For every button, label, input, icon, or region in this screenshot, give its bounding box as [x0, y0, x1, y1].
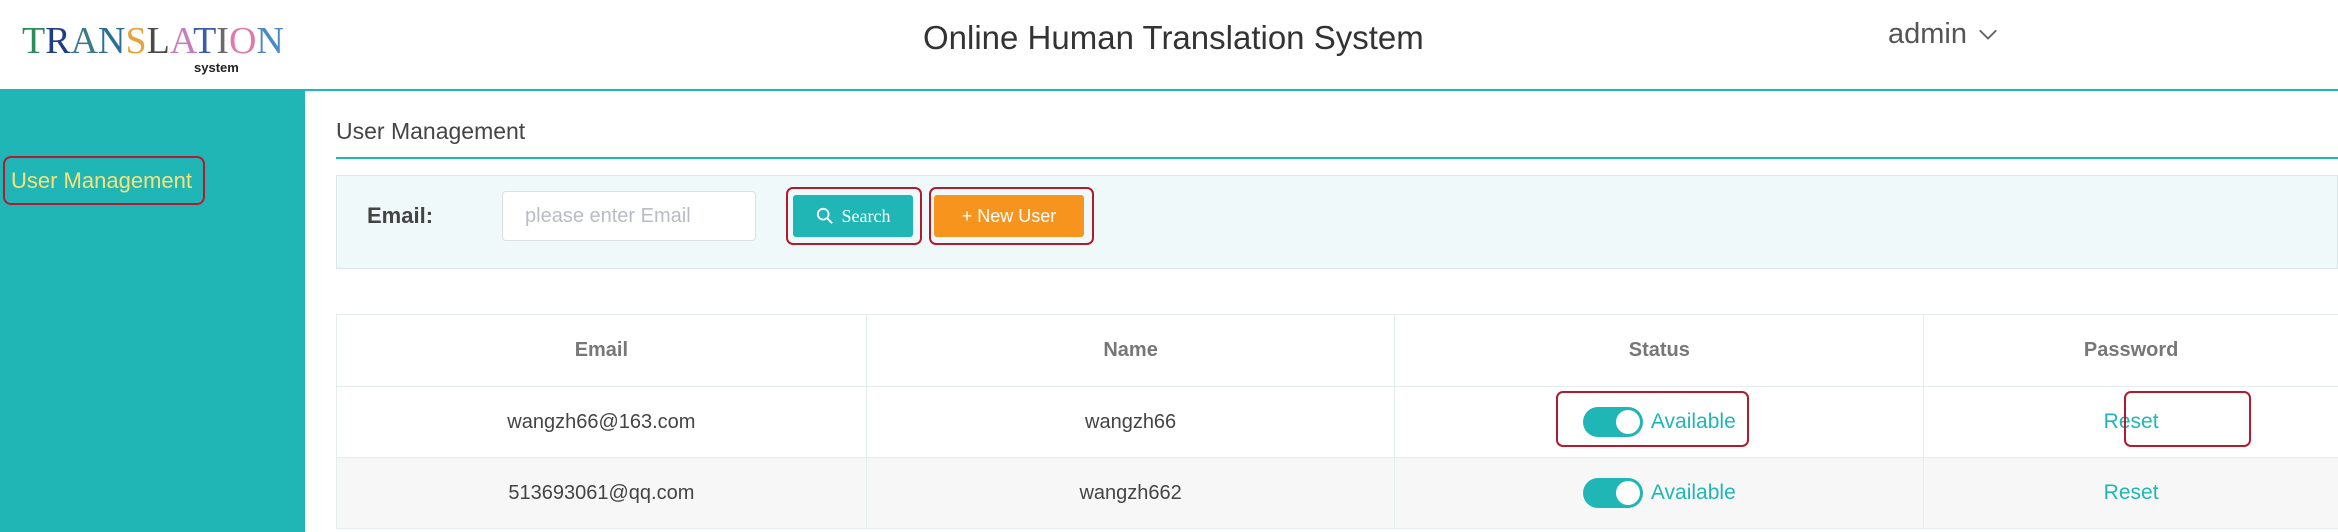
column-header-email: Email: [337, 315, 867, 386]
reset-link-highlight: [2124, 391, 2251, 447]
username: admin: [1888, 17, 1967, 50]
logo: TRANSLATION system: [22, 18, 284, 76]
new-user-button-label: + New User: [961, 205, 1057, 226]
user-menu[interactable]: admin: [1888, 14, 1999, 54]
logo-wordmark: TRANSLATION: [22, 20, 284, 62]
table-row: wangzh66@163.com wangzh66 Available Rese…: [336, 387, 2338, 458]
table-row: 513693061@qq.com wangzh662 Available Res…: [336, 458, 2338, 529]
column-header-name: Name: [867, 315, 1396, 386]
column-header-password: Password: [2083, 339, 2179, 361]
column-header-status: Status: [1395, 315, 1925, 386]
sidebar: User Management: [0, 91, 305, 532]
top-header: TRANSLATION system Online Human Translat…: [0, 0, 2338, 91]
password-cell: Reset: [1924, 458, 2338, 528]
name-cell: wangzh66: [867, 387, 1396, 457]
sidebar-item-user-management[interactable]: User Management: [3, 156, 205, 205]
search-button[interactable]: Search: [793, 195, 913, 237]
new-user-button[interactable]: + New User: [934, 195, 1084, 237]
sidebar-item-label: User Management: [11, 167, 192, 193]
email-cell: wangzh66@163.com: [337, 387, 867, 457]
logo-subtitle: system: [194, 60, 239, 75]
chevron-down-icon: [1979, 29, 1997, 40]
search-button-label: Search: [841, 205, 891, 226]
status-label: Available: [1650, 481, 1736, 504]
status-toggle[interactable]: Available: [1582, 478, 1736, 508]
reset-password-link[interactable]: Reset: [2104, 481, 2159, 505]
breadcrumb-divider: [336, 157, 2338, 159]
email-label: Email:: [367, 203, 434, 228]
email-search-input[interactable]: [502, 191, 756, 241]
page-title: Online Human Translation System: [923, 19, 1424, 56]
search-icon: [816, 207, 833, 224]
toggle-switch[interactable]: [1582, 478, 1643, 508]
status-toggle-highlight: [1556, 391, 1749, 447]
name-cell: wangzh662: [867, 458, 1396, 528]
table-header-row: Email Name Status Password: [336, 314, 2338, 387]
breadcrumb: User Management: [336, 118, 526, 144]
email-cell: 513693061@qq.com: [337, 458, 867, 528]
status-cell: Available: [1395, 458, 1925, 528]
